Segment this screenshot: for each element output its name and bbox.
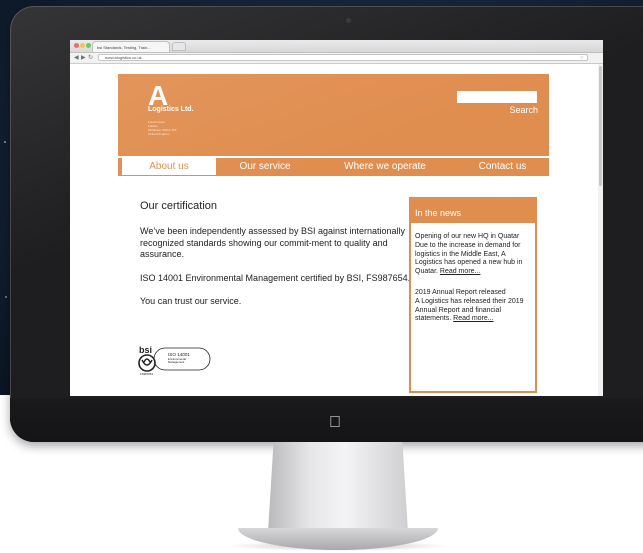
bookmark-star-icon[interactable]: ☆ <box>580 55 584 61</box>
paragraph: You can trust our service. <box>140 296 242 306</box>
browser-toolbar: ◀ ▶ ↻ www.alogistics.co.uk ☆ <box>70 53 603 64</box>
back-arrow-icon[interactable]: ◀ <box>74 54 79 62</box>
main-navigation: About us Our service Where we operate Co… <box>118 158 549 176</box>
nav-contact-us[interactable]: Contact us <box>456 158 549 176</box>
search-input[interactable] <box>457 91 537 103</box>
paragraph: We’ve been independently assessed by BSI… <box>140 226 406 259</box>
badge-line3: Management <box>168 360 185 364</box>
browser-tab-bar: bsi Standards, Testing, Train... <box>70 40 603 53</box>
reload-icon[interactable]: ↻ <box>88 54 93 62</box>
address-line: United Kingdom <box>148 132 170 136</box>
maximize-window-icon[interactable] <box>86 43 91 48</box>
address-bar-url: www.alogistics.co.uk <box>105 55 142 60</box>
site-header: A Logistics Ltd. Fourth Road Fulham Midd… <box>118 74 549 156</box>
badge-cert-no: FS987654 <box>140 372 153 376</box>
news-item-title: 2019 Annual Report released <box>415 288 506 296</box>
apple-logo-icon:  <box>327 414 343 432</box>
nav-our-service[interactable]: Our service <box>216 158 314 176</box>
browser-tab-title: bsi Standards, Testing, Train... <box>97 45 151 50</box>
news-item-title: Opening of our new HQ in Quatar <box>415 233 520 240</box>
company-name: Logistics Ltd. <box>148 106 194 113</box>
read-more-link[interactable]: Read more... <box>453 315 493 322</box>
scrollbar-thumb[interactable] <box>599 66 602 186</box>
news-item: Opening of our new HQ in Quatar Due to t… <box>415 233 533 277</box>
badge-brand: bsi <box>139 345 152 355</box>
web-page: A Logistics Ltd. Fourth Road Fulham Midd… <box>118 74 549 396</box>
news-list: Opening of our new HQ in Quatar Due to t… <box>415 233 533 336</box>
main-content: Our certification We’ve been independent… <box>140 200 412 320</box>
new-tab-button[interactable] <box>172 42 186 51</box>
browser-tab[interactable]: bsi Standards, Testing, Train... <box>92 41 170 52</box>
news-sidebar: In the news Opening of our new HQ in Qua… <box>409 197 537 393</box>
nav-where-we-operate[interactable]: Where we operate <box>314 158 456 176</box>
forward-arrow-icon[interactable]: ▶ <box>81 54 86 62</box>
news-item: 2019 Annual Report released A Logistics … <box>415 289 533 324</box>
minimize-window-icon[interactable] <box>80 43 85 48</box>
paragraph: ISO 14001 Environmental Management certi… <box>140 272 411 283</box>
bsi-iso-14001-badge: bsi ISO 14001 Environmental Management F… <box>138 345 211 376</box>
star-dot <box>5 296 7 298</box>
monitor-screen: bsi Standards, Testing, Train... ◀ ▶ ↻ w… <box>70 40 603 396</box>
read-more-link[interactable]: Read more... <box>440 268 480 275</box>
monitor-stand-neck <box>268 442 408 532</box>
page-title: Our certification <box>140 200 218 212</box>
camera-icon <box>346 18 351 23</box>
close-window-icon[interactable] <box>74 43 79 48</box>
address-bar[interactable]: www.alogistics.co.uk ☆ <box>98 54 588 61</box>
search-button[interactable]: Search <box>498 105 538 115</box>
nav-underline <box>118 175 549 176</box>
nav-about-us[interactable]: About us <box>122 158 216 176</box>
company-address: Fourth Road Fulham Middlesex SW12 7FF Un… <box>148 120 177 136</box>
news-heading: In the news <box>411 199 535 223</box>
star-dot <box>4 141 6 143</box>
